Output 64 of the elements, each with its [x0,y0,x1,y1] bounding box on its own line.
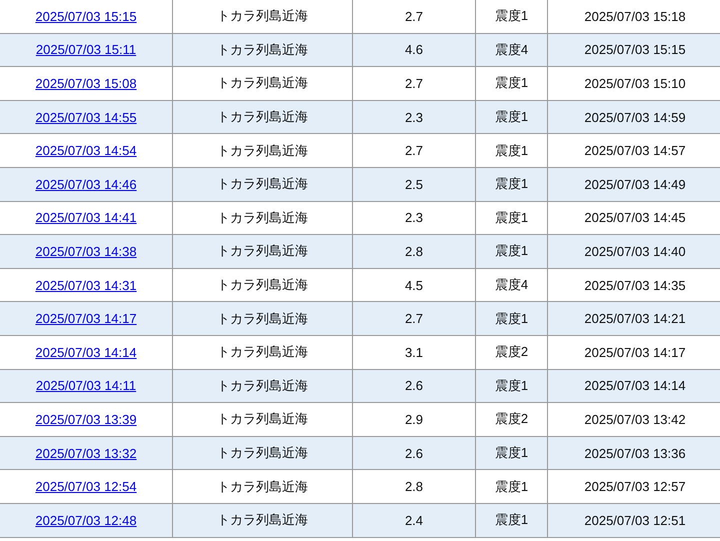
announced-time-text: 2025/07/03 14:59 [584,110,686,125]
epicenter-text: トカラ列島近海 [217,142,308,160]
magnitude-text: 2.8 [404,479,424,494]
magnitude-text: 2.5 [404,176,424,192]
epicenter-text: トカラ列島近海 [217,208,308,227]
magnitude-text: 3.1 [404,344,424,360]
intensity-text: 震度1 [494,478,528,496]
magnitude-text: 2.4 [404,512,424,528]
announced-time-text: 2025/07/03 15:10 [584,76,686,91]
magnitude-text: 2.9 [404,412,424,427]
announced-time-text: 2025/07/03 14:17 [584,344,686,360]
intensity-text: 震度1 [494,242,528,260]
magnitude-text: 2.6 [404,378,424,394]
announced-time-text: 2025/07/03 13:36 [584,446,686,461]
magnitude-text: 2.3 [404,110,424,125]
intensity-text: 震度1 [494,208,528,227]
epicenter-text: トカラ列島近海 [217,108,308,126]
intensity-text: 震度1 [494,310,528,328]
announced-time-text: 2025/07/03 15:15 [584,42,686,58]
intensity-text: 震度1 [494,175,528,194]
epicenter-text: トカラ列島近海 [217,511,308,530]
announced-time-text: 2025/07/03 15:18 [584,8,686,24]
announced-time-text: 2025/07/03 14:35 [584,278,686,293]
magnitude-text: 4.6 [404,42,424,58]
magnitude-text: 4.5 [404,278,424,293]
announced-time-text: 2025/07/03 12:57 [584,479,686,494]
announced-time-text: 2025/07/03 12:51 [584,512,686,528]
intensity-text: 震度2 [494,343,528,362]
announced-time-text: 2025/07/03 14:49 [584,176,686,192]
epicenter-text: トカラ列島近海 [217,343,308,362]
magnitude-text: 2.7 [404,311,424,326]
intensity-text: 震度4 [494,276,528,294]
epicenter-text: トカラ列島近海 [217,74,308,92]
epicenter-text: トカラ列島近海 [217,444,308,462]
intensity-text: 震度1 [494,444,528,462]
intensity-text: 震度4 [494,40,528,59]
epicenter-text: トカラ列島近海 [217,242,308,260]
epicenter-text: トカラ列島近海 [217,410,308,428]
intensity-text: 震度1 [494,108,528,126]
magnitude-text: 2.7 [404,76,424,91]
intensity-text: 震度1 [494,7,528,26]
magnitude-text: 2.7 [404,8,424,24]
magnitude-text: 2.6 [404,446,424,461]
announced-time-text: 2025/07/03 13:42 [584,412,686,427]
intensity-text: 震度1 [494,142,528,160]
announced-time-text: 2025/07/03 14:45 [584,210,686,226]
announced-time-text: 2025/07/03 14:14 [584,378,686,394]
epicenter-text: トカラ列島近海 [217,40,308,59]
intensity-text: 震度1 [494,74,528,92]
magnitude-text: 2.7 [404,143,424,158]
epicenter-text: トカラ列島近海 [217,310,308,328]
intensity-text: 震度1 [494,376,528,395]
intensity-text: 震度2 [494,410,528,428]
announced-time-text: 2025/07/03 14:21 [584,311,686,326]
announced-time-text: 2025/07/03 14:57 [584,143,686,158]
epicenter-text: トカラ列島近海 [217,478,308,496]
intensity-text: 震度1 [494,511,528,530]
epicenter-text: トカラ列島近海 [217,7,308,26]
magnitude-text: 2.8 [404,244,424,259]
magnitude-text: 2.3 [404,210,424,226]
epicenter-text: トカラ列島近海 [217,376,308,395]
epicenter-text: トカラ列島近海 [217,276,308,294]
epicenter-text: トカラ列島近海 [217,175,308,194]
announced-time-text: 2025/07/03 14:40 [584,244,686,259]
